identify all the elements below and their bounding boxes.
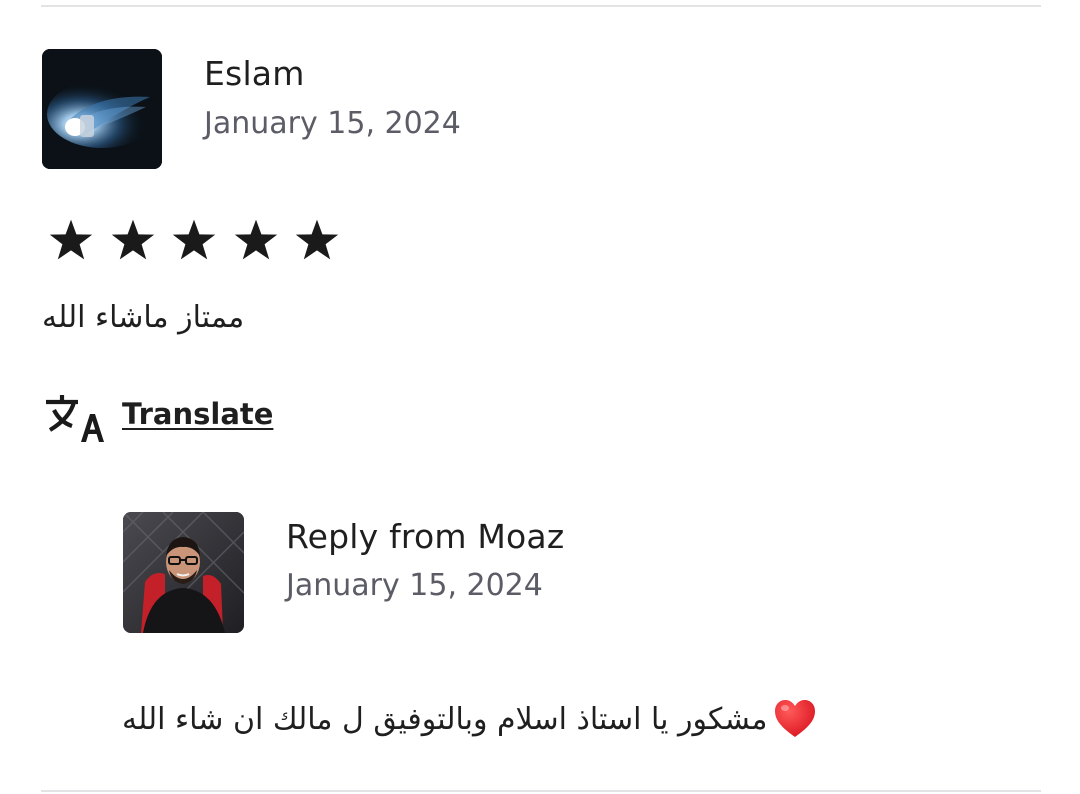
translate-link[interactable]: Translate [122, 397, 273, 431]
star-icon [293, 214, 355, 266]
translate-icon[interactable] [44, 392, 104, 444]
bottom-divider [41, 790, 1041, 792]
star-rating [47, 214, 355, 266]
top-divider [41, 5, 1041, 7]
reply-title: Reply from Moaz [286, 517, 565, 556]
reply-avatar [123, 512, 244, 633]
heart-icon [773, 698, 817, 740]
review-text: ممتاز ماشاء الله [42, 300, 245, 335]
review-date: January 15, 2024 [204, 106, 461, 141]
star-icon [232, 214, 294, 266]
star-icon [170, 214, 232, 266]
reviewer-avatar [42, 49, 162, 169]
review-card: Eslam January 15, 2024 ممتاز ماشاء الله … [0, 0, 1080, 794]
star-icon [109, 214, 171, 266]
reply-text-row: مشكور يا استاذ اسلام وبالتوفيق ل مالك ان… [122, 698, 817, 740]
reviewer-name: Eslam [204, 54, 305, 93]
star-icon [47, 214, 109, 266]
reply-text: مشكور يا استاذ اسلام وبالتوفيق ل مالك ان… [122, 701, 768, 737]
reply-date: January 15, 2024 [286, 568, 543, 603]
